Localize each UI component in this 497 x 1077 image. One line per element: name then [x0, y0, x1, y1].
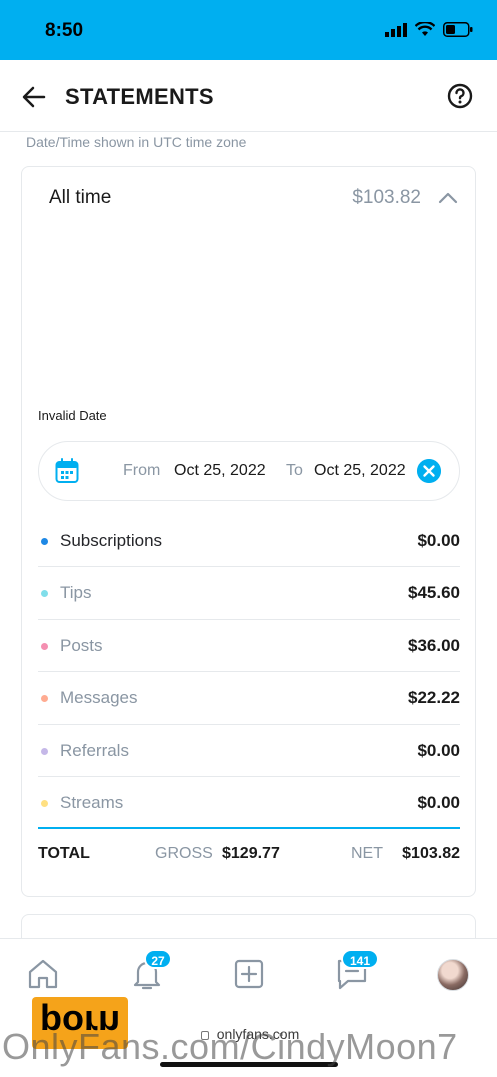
to-label: To	[286, 462, 303, 479]
row-label: Streams	[60, 792, 124, 812]
net-value: $103.82	[402, 845, 460, 862]
battery-icon	[443, 22, 473, 37]
from-label: From	[123, 462, 161, 479]
timezone-note: Date/Time shown in UTC time zone	[26, 134, 247, 150]
messages-button[interactable]: 141	[335, 949, 379, 991]
row-label: Subscriptions	[60, 531, 163, 550]
home-icon[interactable]	[26, 957, 60, 991]
profile-avatar[interactable]	[437, 959, 469, 991]
add-post-icon[interactable]	[232, 957, 266, 991]
earnings-row-referrals: Referrals $0.00	[38, 725, 460, 777]
page-title: STATEMENTS	[65, 84, 214, 109]
watermark-text: OnlyFans.com/CindyMoon7	[2, 1026, 458, 1067]
question-circle-icon[interactable]	[447, 83, 473, 109]
statement-total: $103.82	[352, 187, 421, 208]
page-header: STATEMENTS	[0, 60, 497, 132]
row-label: Posts	[60, 635, 103, 655]
to-date-value[interactable]: Oct 25, 2022	[314, 462, 406, 480]
net-label: NET	[351, 845, 383, 862]
earnings-row-tips: Tips $45.60	[38, 567, 460, 620]
status-bar: 8:50	[0, 0, 497, 60]
row-value: $22.22	[408, 688, 460, 708]
earnings-row-posts: Posts $36.00	[38, 620, 460, 673]
series-dot	[41, 695, 48, 703]
gross-label: GROSS	[155, 845, 213, 862]
row-value: $0.00	[417, 531, 460, 550]
invalid-date-label: Invalid Date	[38, 408, 107, 423]
calendar-icon[interactable]	[55, 458, 79, 484]
row-label: Referrals	[60, 740, 129, 760]
totals-row: TOTAL GROSS $129.77 NET $103.82	[38, 845, 460, 869]
signal-icon	[385, 22, 407, 37]
row-value: $36.00	[408, 635, 460, 655]
notifications-badge: 27	[144, 949, 172, 969]
series-dot	[41, 747, 48, 755]
row-value: $0.00	[417, 792, 460, 812]
date-range-picker[interactable]: From Oct 25, 2022 To Oct 25, 2022	[38, 441, 460, 501]
status-icons	[385, 22, 473, 37]
series-dot	[41, 642, 48, 650]
total-label: TOTAL	[38, 845, 90, 862]
from-date-value[interactable]: Oct 25, 2022	[174, 462, 266, 480]
statement-card: All time $103.82 Invalid Date From Oct 2…	[21, 166, 476, 897]
earnings-row-subscriptions: Subscriptions $0.00	[38, 515, 460, 568]
series-dot	[41, 590, 48, 598]
chevron-up-icon[interactable]	[437, 187, 459, 209]
messages-badge: 141	[341, 949, 379, 969]
row-value: $0.00	[417, 740, 460, 760]
series-dot	[41, 538, 48, 545]
arrow-left-icon[interactable]	[20, 83, 48, 111]
status-time: 8:50	[45, 20, 84, 41]
notifications-button[interactable]: 27	[130, 949, 172, 991]
earnings-row-streams: Streams $0.00	[38, 777, 460, 830]
row-label: Messages	[60, 688, 138, 708]
wifi-icon	[415, 22, 435, 36]
row-label: Tips	[60, 583, 92, 603]
clear-icon[interactable]	[417, 459, 441, 483]
earnings-breakdown: Subscriptions $0.00 Tips $45.60 Posts $3…	[38, 515, 460, 830]
statement-period: All time	[49, 187, 112, 208]
series-dot	[41, 799, 48, 807]
row-value: $45.60	[408, 583, 460, 603]
gross-value: $129.77	[222, 845, 280, 862]
earnings-row-messages: Messages $22.22	[38, 672, 460, 725]
